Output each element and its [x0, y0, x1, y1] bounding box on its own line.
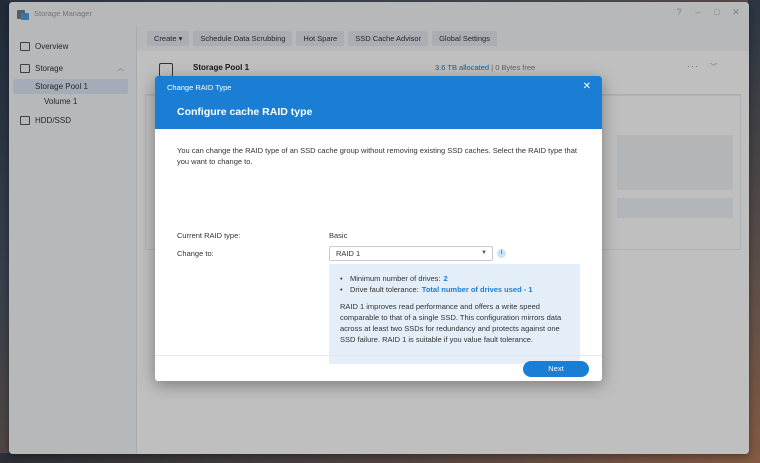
raid-info-box: • Minimum number of drives: 2 • Drive fa…: [329, 264, 580, 364]
dialog-title: Configure cache RAID type: [177, 106, 313, 118]
min-drives-label: Minimum number of drives:: [350, 274, 441, 283]
current-raid-type-value: Basic: [329, 231, 348, 240]
dialog-body: You can change the RAID type of an SSD c…: [155, 129, 602, 364]
fault-tolerance-value: Total number of drives used - 1: [421, 285, 533, 294]
change-raid-type-dialog: Change RAID Type ✕ Configure cache RAID …: [155, 76, 602, 381]
raid-description: RAID 1 improves read performance and off…: [340, 302, 562, 344]
min-drives-value: 2: [443, 274, 448, 283]
dialog-description: You can change the RAID type of an SSD c…: [177, 146, 577, 166]
dialog-header: Change RAID Type ✕ Configure cache RAID …: [155, 76, 602, 129]
change-to-label: Change to:: [177, 249, 214, 258]
raid-type-select[interactable]: RAID 1 ▼: [329, 246, 493, 261]
close-icon[interactable]: ✕: [583, 81, 591, 92]
next-button[interactable]: Next: [523, 361, 589, 377]
chevron-down-icon: ▼: [481, 250, 487, 256]
raid-type-selected-value: RAID 1: [336, 249, 361, 258]
dialog-footer: Next: [155, 355, 602, 381]
current-raid-type-label: Current RAID type:: [177, 231, 241, 240]
info-icon[interactable]: i: [497, 249, 506, 258]
dialog-window-title: Change RAID Type: [167, 83, 232, 92]
fault-tolerance-row: • Drive fault tolerance: Total number of…: [340, 285, 533, 294]
fault-tolerance-label: Drive fault tolerance:: [350, 285, 419, 294]
min-drives-row: • Minimum number of drives: 2: [340, 274, 448, 283]
